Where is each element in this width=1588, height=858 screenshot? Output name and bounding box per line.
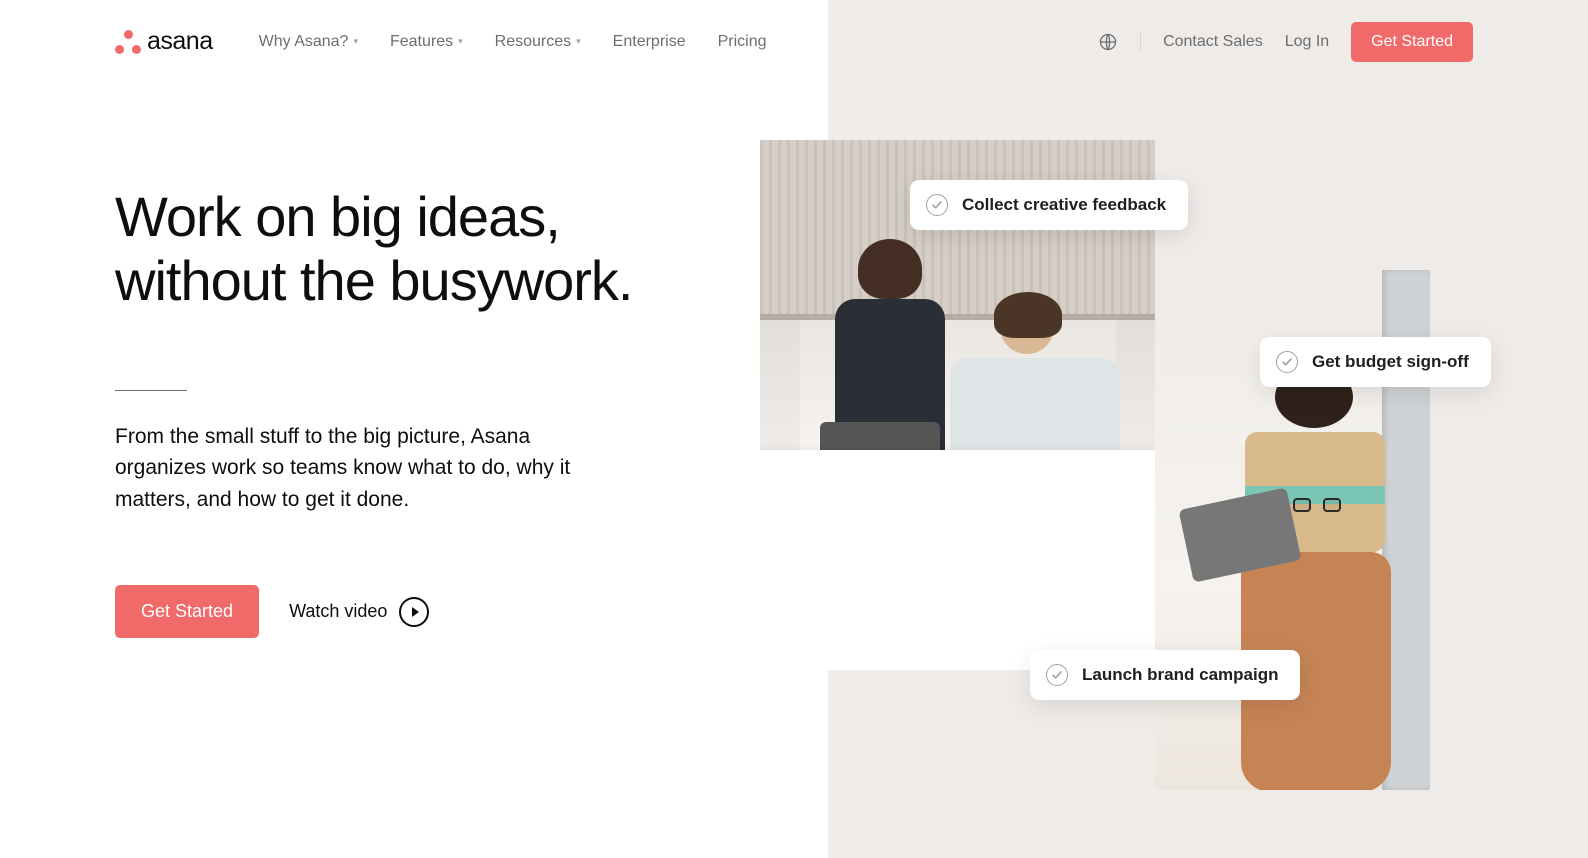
hero-title-line2: without the busywork. [115, 249, 632, 312]
get-started-header-button[interactable]: Get Started [1351, 22, 1473, 62]
task-pill-launch: Launch brand campaign [1030, 650, 1300, 700]
get-started-hero-button[interactable]: Get Started [115, 585, 259, 638]
brand-name: asana [147, 27, 213, 56]
hero-description: From the small stuff to the big picture,… [115, 421, 615, 516]
check-circle-icon [1046, 664, 1068, 686]
nav-label: Enterprise [613, 33, 686, 51]
site-header: asana Why Asana? ▾ Features ▾ Resources … [0, 0, 1588, 65]
primary-nav: Why Asana? ▾ Features ▾ Resources ▾ Ente… [259, 33, 767, 51]
task-pill-label: Collect creative feedback [962, 195, 1166, 215]
brand-logo[interactable]: asana [115, 27, 213, 56]
task-pill-budget: Get budget sign-off [1260, 337, 1491, 387]
watch-video-label: Watch video [289, 601, 387, 622]
chevron-down-icon: ▾ [458, 36, 463, 47]
task-pill-label: Get budget sign-off [1312, 352, 1469, 372]
nav-features[interactable]: Features ▾ [390, 33, 463, 51]
nav-label: Features [390, 33, 453, 51]
nav-label: Why Asana? [259, 33, 349, 51]
hero-title-line1: Work on big ideas, [115, 185, 560, 248]
chevron-down-icon: ▾ [353, 36, 358, 47]
login-link[interactable]: Log In [1285, 33, 1329, 51]
watch-video-link[interactable]: Watch video [289, 597, 429, 627]
header-right: Contact Sales Log In Get Started [1098, 22, 1473, 62]
nav-resources[interactable]: Resources ▾ [495, 33, 581, 51]
asana-dots-icon [115, 30, 141, 54]
chevron-down-icon: ▾ [576, 36, 581, 47]
check-circle-icon [1276, 351, 1298, 373]
hero-section: Work on big ideas, without the busywork.… [0, 65, 700, 638]
task-pill-feedback: Collect creative feedback [910, 180, 1188, 230]
play-icon [399, 597, 429, 627]
task-pill-label: Launch brand campaign [1082, 665, 1278, 685]
hero-cta-row: Get Started Watch video [115, 585, 700, 638]
hero-title: Work on big ideas, without the busywork. [115, 185, 700, 314]
hero-imagery [760, 140, 1480, 820]
check-circle-icon [926, 194, 948, 216]
nav-label: Resources [495, 33, 571, 51]
language-selector[interactable] [1098, 32, 1141, 52]
nav-enterprise[interactable]: Enterprise [613, 33, 686, 51]
nav-label: Pricing [718, 33, 767, 51]
globe-icon [1098, 32, 1118, 52]
nav-why-asana[interactable]: Why Asana? ▾ [259, 33, 358, 51]
divider [115, 390, 187, 391]
nav-pricing[interactable]: Pricing [718, 33, 767, 51]
contact-sales-link[interactable]: Contact Sales [1163, 33, 1263, 51]
